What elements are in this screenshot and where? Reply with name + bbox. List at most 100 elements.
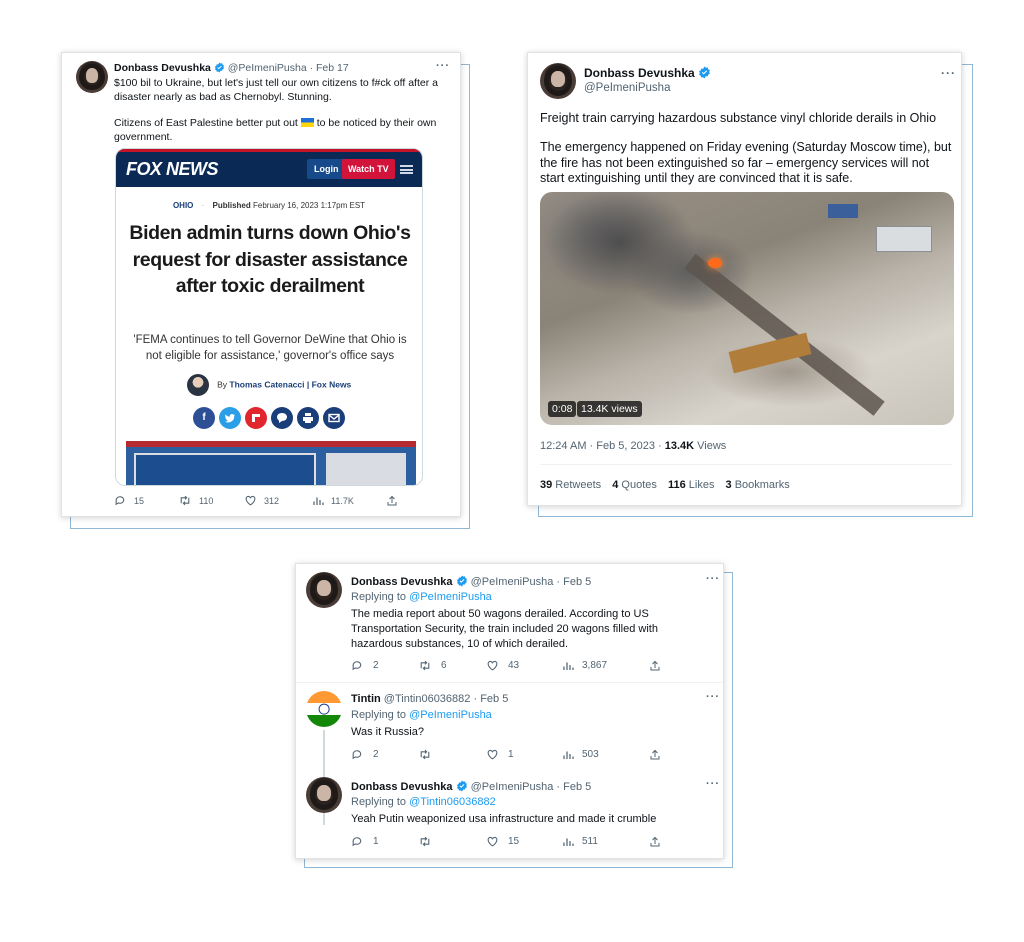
quotes-stat[interactable]: 4 Quotes [612,479,657,491]
avatar-india-flag[interactable] [306,691,342,727]
like-button[interactable]: 43 [486,659,562,672]
retweet-icon [420,660,430,671]
author-name[interactable]: Donbass Devushka [114,62,211,74]
article-card[interactable]: FOX NEWS Login Watch TV OHIO · Published… [115,148,423,486]
separator: · [473,693,478,705]
retweets-stat[interactable]: 39 Retweets [540,479,601,491]
tweet-text: Yeah Putin weaponized usa infrastructure… [351,813,657,825]
author-name[interactable]: Donbass Devushka [584,66,695,80]
more-options-icon[interactable]: ··· [706,691,720,703]
reply-button[interactable]: 15 [114,494,178,507]
tweet-actions: 2 1 503 [351,748,661,761]
tweet-header: Donbass Devushka @PeImeniPusha · Feb 17 [114,62,349,74]
reply-button[interactable]: 2 [351,659,418,672]
retweet-button[interactable]: 110 [178,494,244,507]
tweet-header: Donbass Devushka @PeImeniPusha · Feb 5 [351,575,591,588]
article-section[interactable]: OHIO [173,201,193,210]
more-options-icon[interactable]: ··· [706,573,720,585]
engagement-stats: 39 Retweets 4 Quotes 116 Likes 3 Bookmar… [540,479,790,491]
reply-icon [352,837,362,847]
retweet-button[interactable] [418,835,486,848]
bookmarks-stat[interactable]: 3 Bookmarks [726,479,790,491]
views-button[interactable]: 11.7K [312,495,386,507]
ukraine-flag-icon [300,118,314,127]
like-count: 1 [508,749,514,760]
replying-to-link[interactable]: @PeImeniPusha [409,591,492,603]
hamburger-menu-icon[interactable] [400,165,413,174]
like-button[interactable]: 1 [486,748,562,761]
timestamp-text[interactable]: 12:24 AM · Feb 5, 2023 · [540,440,665,452]
verified-icon [456,575,467,587]
tweet-timestamp: 12:24 AM · Feb 5, 2023 · 13.4K Views [540,440,726,452]
more-options-icon[interactable]: ··· [706,778,720,790]
tweet-text: Freight train carrying hazardous substan… [540,111,937,125]
flipboard-icon[interactable] [245,407,267,429]
author-handle[interactable]: @PeImeniPusha [471,781,554,793]
views-count: 3,867 [582,660,608,671]
article-meta: OHIO · Published February 16, 2023 1:17p… [116,201,422,210]
reply-icon [352,750,362,760]
share-button[interactable] [386,495,398,507]
share-button[interactable] [649,660,661,672]
tweet-header: Tintin @Tintin06036882 · Feb 5 [351,693,508,705]
author-link[interactable]: Thomas Catenacci | Fox News [229,379,351,389]
replying-to-link[interactable]: @PeImeniPusha [409,709,492,721]
watch-tv-button[interactable]: Watch TV [342,159,395,179]
like-button[interactable]: 15 [486,835,562,848]
share-icon [387,495,397,505]
more-options-icon[interactable]: ··· [941,66,956,80]
like-count: 312 [264,495,280,506]
by-label: By [217,379,228,390]
share-button[interactable] [649,836,661,848]
tweet-actions: 2 6 43 3,867 [351,659,661,672]
avatar[interactable] [540,63,576,99]
retweet-button[interactable]: 6 [418,659,486,672]
views-button[interactable]: 3,867 [562,660,649,672]
tweet-date[interactable]: Feb 5 [563,576,591,588]
avatar[interactable] [76,61,108,93]
more-options-icon[interactable]: ··· [436,60,450,72]
author-handle[interactable]: @PeImeniPusha [228,62,307,74]
reply-button[interactable]: 2 [351,748,418,761]
facebook-icon[interactable]: f [193,407,215,429]
fox-header: FOX NEWS Login Watch TV [116,149,422,187]
tweet-actions: 15 110 312 11.7K [114,494,398,507]
comment-icon[interactable] [271,407,293,429]
views-button[interactable]: 511 [562,836,649,848]
tweet-date[interactable]: Feb 5 [563,781,591,793]
video-player[interactable]: 0:08 13.4K views [540,192,954,425]
tweet-date[interactable]: Feb 5 [480,693,508,705]
heart-icon [487,836,498,847]
retweet-icon [420,749,430,760]
retweet-icon [420,836,430,847]
likes-stat[interactable]: 116 Likes [668,479,715,491]
replying-to-link[interactable]: @Tintin06036882 [409,796,496,808]
views-button[interactable]: 503 [562,749,649,761]
verified-icon [699,66,710,79]
author-handle[interactable]: @PeImeniPusha [471,576,554,588]
share-button[interactable] [649,749,661,761]
separator: · [556,781,561,793]
author-name[interactable]: Donbass Devushka [351,576,452,588]
email-icon[interactable] [323,407,345,429]
author-name-row: Donbass Devushka [584,66,711,80]
avatar[interactable] [306,572,342,608]
retweet-button[interactable] [418,748,486,761]
print-icon[interactable] [297,407,319,429]
tweet-date[interactable]: Feb 17 [316,62,349,74]
login-button[interactable]: Login [307,159,346,179]
twitter-icon[interactable] [219,407,241,429]
like-button[interactable]: 312 [244,494,312,507]
views-count: 11.7K [331,495,354,506]
views-icon [563,662,574,670]
author-handle[interactable]: @PeImeniPusha [584,82,670,94]
author-handle[interactable]: @Tintin06036882 [384,693,471,705]
avatar[interactable] [306,777,342,813]
author-name[interactable]: Donbass Devushka [351,781,452,793]
views-icon [563,838,574,846]
tweet-thread-card: Donbass Devushka @PeImeniPusha · Feb 5 ·… [295,563,724,859]
reply-button[interactable]: 1 [351,835,418,848]
article-byline: By Thomas Catenacci | Fox News [116,374,422,396]
views-count: 511 [582,836,598,847]
author-name[interactable]: Tintin [351,693,381,705]
